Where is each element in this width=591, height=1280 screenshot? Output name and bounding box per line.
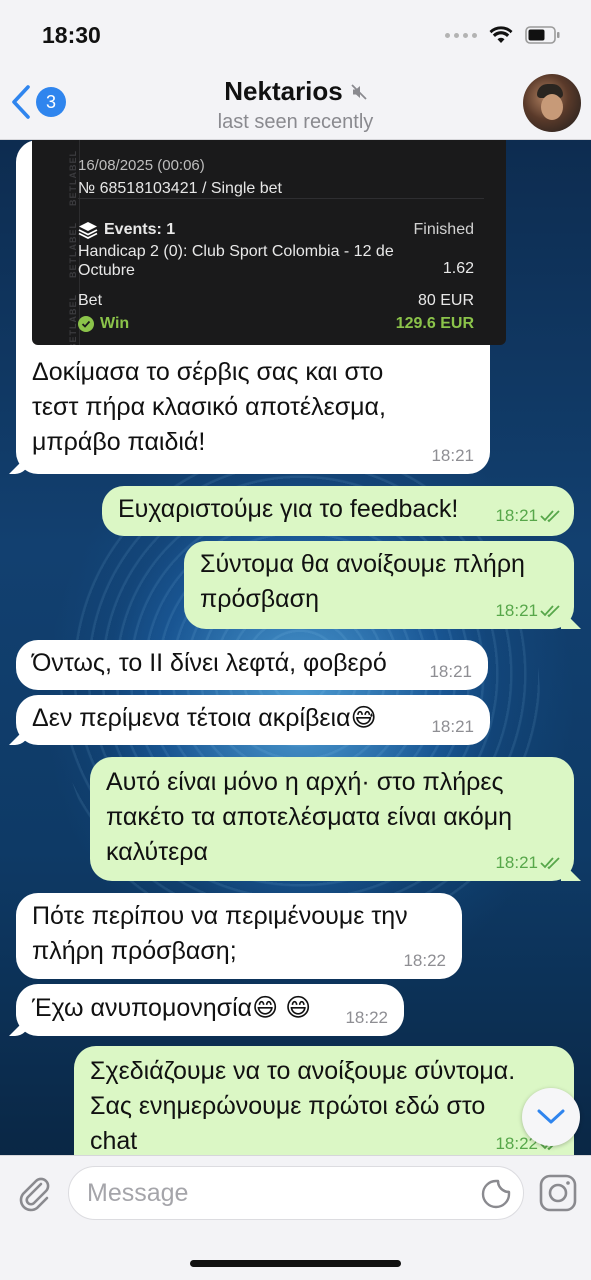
wifi-icon — [489, 26, 513, 43]
double-check-icon — [540, 857, 560, 870]
paperclip-icon[interactable] — [14, 1172, 54, 1212]
message-incoming[interactable]: BETLABEL BETLABEL BETLABEL 16/08/2025 (0… — [16, 140, 506, 474]
double-check-icon — [540, 605, 560, 618]
message-text: Πότε περίπου να περιμένουμε την πλήρη πρ… — [32, 902, 408, 965]
win-label: Win — [100, 315, 130, 332]
message-time: 18:21 — [495, 601, 562, 621]
home-indicator — [190, 1260, 401, 1267]
bet-id: № 68518103421 / Single bet — [78, 180, 282, 197]
message-field[interactable] — [68, 1166, 524, 1220]
divider — [78, 198, 484, 199]
message-outgoing[interactable]: Αυτό είναι μόνο η αρχή· στο πλήρες πακέτ… — [90, 757, 574, 881]
message-incoming[interactable]: Πότε περίπου να περιμένουμε την πλήρη πρ… — [16, 893, 462, 979]
signal-dots-icon — [445, 32, 477, 38]
layers-icon — [78, 221, 98, 239]
message-time: 18:21 — [429, 662, 472, 681]
speaker-muted-icon — [351, 83, 367, 100]
chat-title: Nektarios — [224, 76, 343, 106]
message-text: Όντως, το II δίνει λεφτά, φοβερό — [32, 649, 387, 677]
message-time: 18:22 — [345, 1008, 388, 1027]
contact-avatar[interactable] — [523, 74, 581, 132]
scroll-to-bottom-button[interactable] — [522, 1088, 580, 1146]
chat-header[interactable]: Nektarios last seen recently — [0, 76, 591, 134]
message-outgoing[interactable]: Σχεδιάζουμε να το ανοίξουμε σύντομα. Σας… — [74, 1046, 574, 1155]
chat-subtitle: last seen recently — [217, 111, 374, 133]
message-incoming[interactable]: Έχω ανυπομονησία😄 😄 18:22 — [16, 984, 404, 1036]
message-text: Δεν περίμενα τέτοια ακρίβεια😅 — [32, 704, 377, 732]
message-text: Δοκίμασα το σέρβις σας και στο τεστ πήρα… — [32, 358, 386, 456]
chevron-down-icon — [537, 1109, 565, 1124]
message-text: Αυτό είναι μόνο η αρχή· στο πλήρες πακέτ… — [106, 768, 513, 866]
message-incoming[interactable]: Δεν περίμενα τέτοια ακρίβεια😅 18:21 — [16, 695, 490, 745]
win-amount: 129.6 EUR — [395, 315, 474, 332]
message-time: 18:22 — [403, 951, 446, 970]
bet-event: Handicap 2 (0): Club Sport Colombia - 12… — [78, 243, 394, 279]
double-check-icon — [540, 510, 560, 523]
message-time: 18:21 — [495, 853, 562, 873]
message-time: 18:21 — [431, 446, 474, 465]
battery-icon — [525, 26, 560, 44]
message-text: Σχεδιάζουμε να το ανοίξουμε σύντομα. Σας… — [90, 1057, 516, 1155]
message-time: 18:21 — [495, 506, 562, 526]
camera-icon[interactable] — [538, 1173, 578, 1213]
message-incoming[interactable]: Όντως, το II δίνει λεφτά, φοβερό 18:21 — [16, 640, 488, 690]
sticker-icon[interactable] — [481, 1179, 511, 1209]
message-outgoing[interactable]: Ευχαριστούμε για το feedback! 18:21 — [102, 486, 574, 536]
status-icons — [445, 26, 561, 44]
bet-slip-image[interactable]: BETLABEL BETLABEL BETLABEL 16/08/2025 (0… — [32, 140, 506, 345]
top-bar: 18:30 3 Nektarios last seen recently — [0, 0, 591, 140]
status-time: 18:30 — [42, 22, 101, 48]
message-outgoing[interactable]: Σύντομα θα ανοίξουμε πλήρη πρόσβαση 18:2… — [184, 541, 574, 629]
message-time: 18:21 — [431, 717, 474, 736]
check-circle-icon — [78, 315, 94, 332]
chat-area[interactable]: BETLABEL BETLABEL BETLABEL 16/08/2025 (0… — [0, 140, 591, 1155]
bet-odds: 1.62 — [442, 260, 474, 277]
message-input[interactable] — [87, 1179, 467, 1208]
